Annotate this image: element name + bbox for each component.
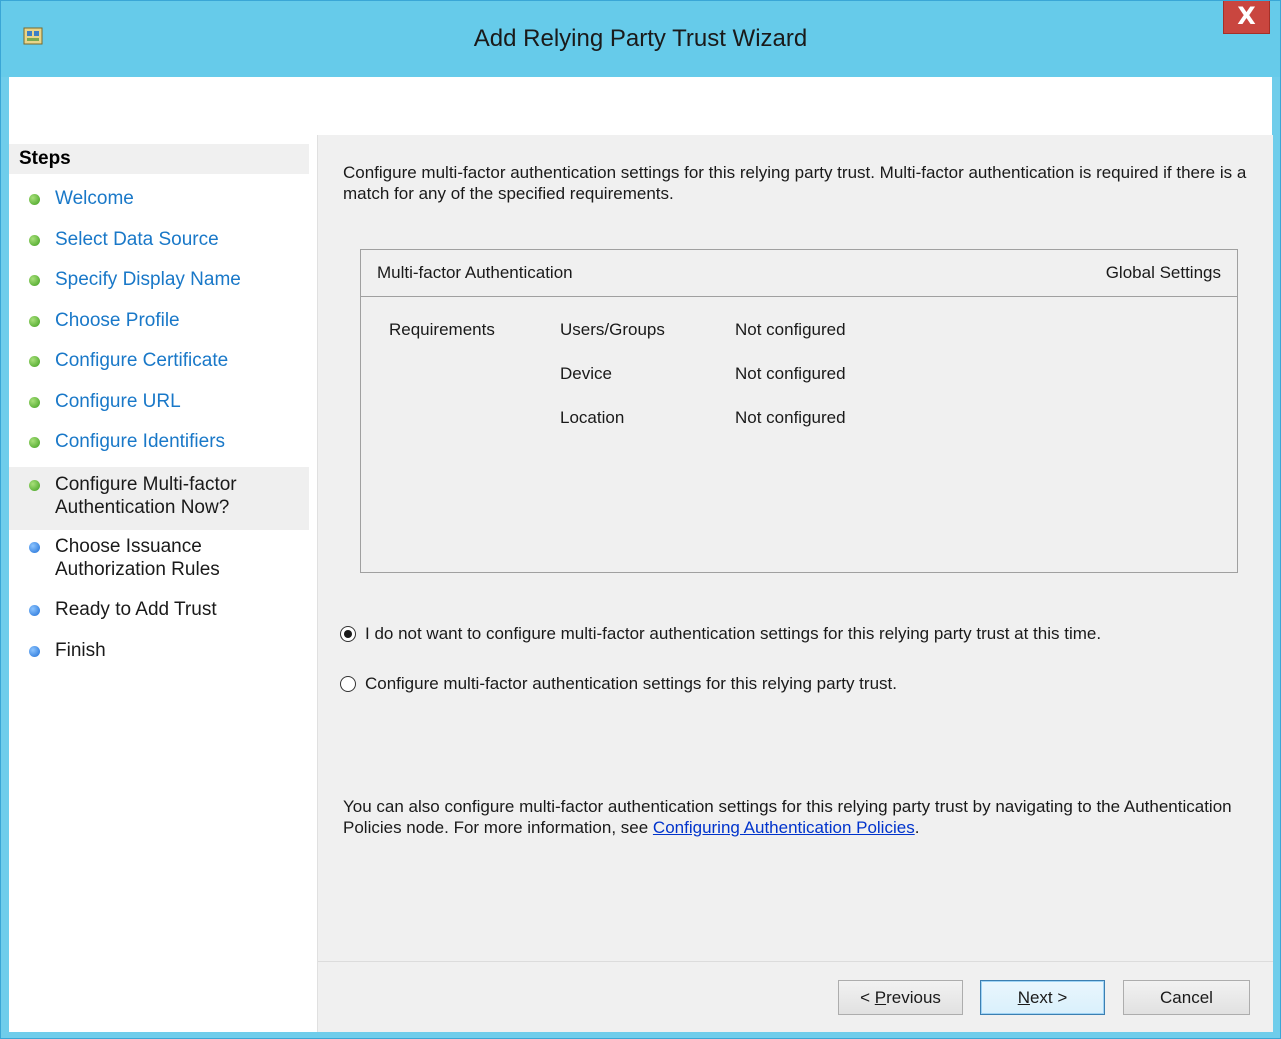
radio-button[interactable] — [340, 626, 356, 642]
next-button[interactable]: Next > — [980, 980, 1105, 1015]
requirement-name: Device — [560, 364, 612, 383]
step-done-icon — [29, 480, 40, 491]
mfa-settings-box: Multi-factor Authentication Global Setti… — [360, 249, 1238, 573]
step-specify-display-name[interactable]: Specify Display Name — [9, 268, 309, 291]
window-title: Add Relying Party Trust Wizard — [473, 25, 808, 52]
step-done-icon — [29, 316, 40, 327]
radio-label: Configure multi-factor authentication se… — [365, 674, 897, 693]
step-label: Welcome — [55, 188, 134, 209]
help-suffix: . — [914, 818, 920, 837]
requirements-label: Requirements — [389, 320, 495, 339]
step-choose-profile[interactable]: Choose Profile — [9, 309, 309, 332]
step-welcome[interactable]: Welcome — [9, 187, 309, 210]
step-label: Ready to Add Trust — [55, 599, 217, 620]
requirement-value: Not configured — [735, 408, 846, 427]
step-select-data-source[interactable]: Select Data Source — [9, 228, 309, 251]
radio-button[interactable] — [340, 676, 356, 692]
radio-label: I do not want to configure multi-factor … — [365, 624, 1102, 643]
cancel-button[interactable]: Cancel — [1123, 980, 1250, 1015]
step-label: Configure Multi-factor Authentication No… — [55, 474, 237, 518]
step-pending-icon — [29, 605, 40, 616]
step-ready-to-add-trust: Ready to Add Trust — [9, 598, 309, 621]
footer-separator — [318, 961, 1273, 962]
step-configure-url[interactable]: Configure URL — [9, 390, 309, 413]
header-band — [9, 77, 1272, 135]
step-done-icon — [29, 275, 40, 286]
step-label: Configure Certificate — [55, 350, 229, 371]
step-label: Specify Display Name — [55, 269, 241, 290]
requirement-value: Not configured — [735, 320, 846, 339]
step-label: Select Data Source — [55, 229, 219, 250]
step-done-icon — [29, 235, 40, 246]
mfa-header-label: Multi-factor Authentication — [377, 263, 573, 282]
close-button[interactable]: X — [1223, 1, 1270, 34]
title-bar[interactable]: Add Relying Party Trust Wizard X — [1, 1, 1280, 77]
mfa-box-header: Multi-factor Authentication Global Setti… — [361, 250, 1237, 297]
step-configure-mfa-current: Configure Multi-factor Authentication No… — [9, 467, 309, 530]
global-settings-label: Global Settings — [1105, 263, 1221, 282]
step-configure-identifiers[interactable]: Configure Identifiers — [9, 430, 309, 453]
wizard-client: Steps Welcome Select Data Source Specify… — [9, 77, 1273, 1032]
step-pending-icon — [29, 542, 40, 553]
step-done-icon — [29, 397, 40, 408]
step-done-icon — [29, 356, 40, 367]
requirement-value: Not configured — [735, 364, 846, 383]
previous-prefix: < — [860, 988, 875, 1007]
radio-selected-dot — [344, 630, 352, 638]
requirement-name: Users/Groups — [560, 320, 665, 339]
requirement-name: Location — [560, 408, 625, 427]
step-finish: Finish — [9, 639, 309, 662]
steps-panel: Steps Welcome Select Data Source Specify… — [9, 135, 309, 1032]
step-label: Choose Profile — [55, 310, 180, 331]
wizard-window: Add Relying Party Trust Wizard X Steps W… — [0, 0, 1281, 1039]
next-mnemonic: N — [1017, 988, 1030, 1007]
next-rest: ext > — [1029, 988, 1068, 1007]
help-text: You can also configure multi-factor auth… — [343, 796, 1258, 838]
step-done-icon — [29, 194, 40, 205]
previous-rest: revious — [886, 988, 941, 1007]
previous-mnemonic: P — [874, 988, 887, 1007]
main-panel: Configure multi-factor authentication se… — [317, 135, 1273, 1032]
step-configure-certificate[interactable]: Configure Certificate — [9, 349, 309, 372]
intro-text: Configure multi-factor authentication se… — [343, 163, 1247, 203]
step-pending-icon — [29, 646, 40, 657]
auth-policies-link[interactable]: Configuring Authentication Policies — [653, 818, 915, 837]
step-label: Configure Identifiers — [55, 431, 226, 452]
step-label: Configure URL — [55, 391, 181, 412]
step-label: Finish — [55, 640, 106, 661]
previous-button[interactable]: < Previous — [838, 980, 963, 1015]
step-done-icon — [29, 437, 40, 448]
step-choose-issuance-rules: Choose Issuance Authorization Rules — [9, 535, 309, 581]
step-label: Choose Issuance Authorization Rules — [55, 536, 220, 580]
steps-heading: Steps — [9, 144, 309, 174]
